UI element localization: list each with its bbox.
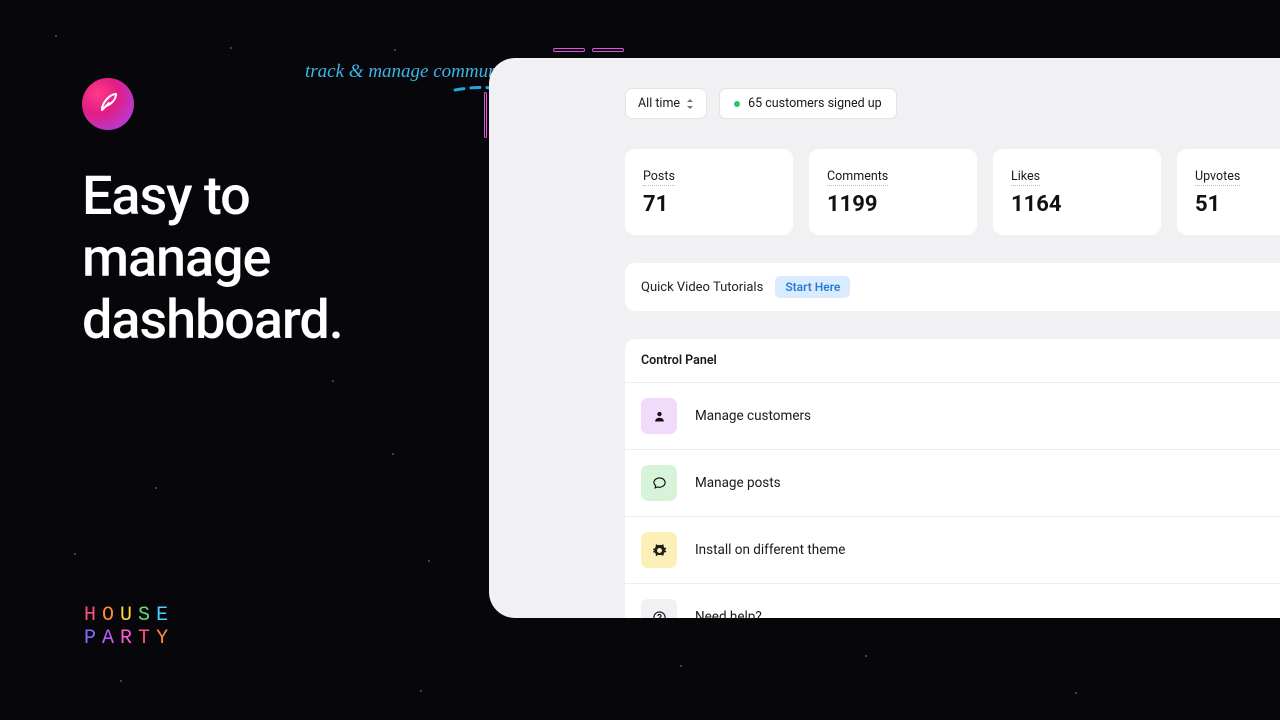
signup-badge-text: 65 customers signed up [748,96,882,111]
control-row-need-help[interactable]: Need help? [625,584,1280,618]
stat-value: 1199 [827,192,959,217]
dropdown-label: All time [638,96,680,111]
stat-label: Upvotes [1195,169,1240,186]
bg-star [120,680,122,682]
stat-card-posts: Posts 71 [625,149,793,235]
control-panel-title: Control Panel [625,339,1280,383]
stat-label: Posts [643,169,675,186]
bg-star [332,380,334,382]
bg-star [680,665,682,667]
bg-star [428,560,430,562]
brand-wordmark: HOUSE PARTY [84,604,174,650]
bg-star [55,35,57,37]
stat-label: Likes [1011,169,1040,186]
control-panel: Control Panel Manage customers Manage po… [625,339,1280,618]
control-row-label: Manage posts [695,475,781,491]
decor-pill [553,48,585,52]
control-row-manage-posts[interactable]: Manage posts [625,450,1280,517]
stat-label: Comments [827,169,888,186]
gear-icon [641,532,677,568]
dashboard-toprow: All time 65 customers signed up [625,88,1280,119]
bg-star [1075,692,1077,694]
stat-value: 71 [643,192,775,217]
stats-row: Posts 71 Comments 1199 Likes 1164 Upvote… [625,149,1280,235]
feather-icon [96,90,120,118]
tutorials-bar: Quick Video Tutorials Start Here [625,263,1280,311]
help-icon [641,599,677,618]
decor-line [484,92,487,138]
stat-value: 51 [1195,192,1280,217]
app-logo [82,78,134,130]
stat-card-comments: Comments 1199 [809,149,977,235]
stat-card-upvotes: Upvotes 51 [1177,149,1280,235]
control-row-install-theme[interactable]: Install on different theme [625,517,1280,584]
control-row-manage-customers[interactable]: Manage customers [625,383,1280,450]
bg-star [865,655,867,657]
wordmark-line-2: PARTY [84,627,174,650]
sort-icon [686,99,694,109]
dashboard-panel: All time 65 customers signed up Posts 71… [489,58,1280,618]
bg-star [394,49,396,51]
user-icon [641,398,677,434]
page-headline: Easy to manage dashboard. [82,166,462,352]
status-dot-icon [734,101,740,107]
tutorials-start-button[interactable]: Start Here [775,276,850,298]
bg-star [155,487,157,489]
control-row-label: Need help? [695,609,762,618]
decor-pill [592,48,624,52]
bg-star [420,690,422,692]
bg-star [392,453,394,455]
stat-card-likes: Likes 1164 [993,149,1161,235]
wordmark-line-1: HOUSE [84,604,174,627]
control-row-label: Manage customers [695,408,811,424]
time-range-dropdown[interactable]: All time [625,88,707,119]
chat-icon [641,465,677,501]
control-row-label: Install on different theme [695,542,845,558]
bg-star [230,47,232,49]
stat-value: 1164 [1011,192,1143,217]
bg-star [74,553,76,555]
signup-badge: 65 customers signed up [719,88,897,119]
tutorials-label: Quick Video Tutorials [641,280,763,295]
